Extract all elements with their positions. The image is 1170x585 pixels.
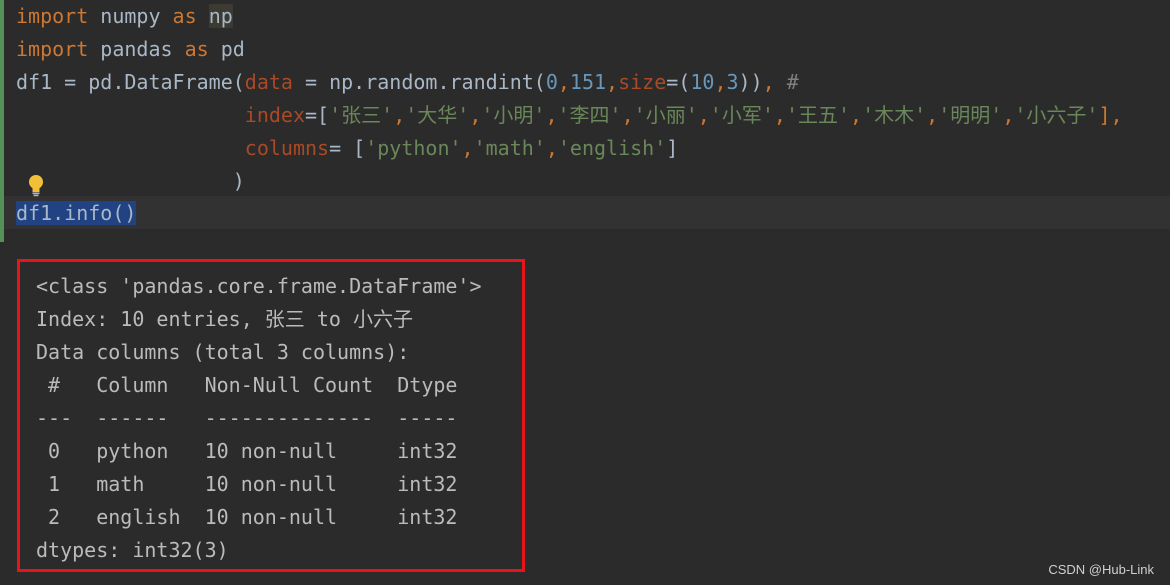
module-name: numpy xyxy=(88,4,173,28)
index-item: '小明' xyxy=(481,103,546,127)
keyword: import xyxy=(16,37,89,61)
comma: , xyxy=(773,103,786,127)
code-line-3[interactable]: df1 = pd.DataFrame(data = np.random.rand… xyxy=(16,66,799,99)
index-item: '李四' xyxy=(557,103,622,127)
index-item: '木木' xyxy=(862,103,927,127)
index-item: '小军' xyxy=(709,103,774,127)
index-item: '张三' xyxy=(329,103,394,127)
comma: , xyxy=(621,103,634,127)
output-line: # Column Non-Null Count Dtype xyxy=(36,373,458,397)
index-item: '大华' xyxy=(405,103,470,127)
alias: pd xyxy=(208,37,245,61)
index-item: '明明' xyxy=(938,103,1003,127)
comment: # xyxy=(786,70,799,94)
param-size: size xyxy=(618,70,667,94)
code-line-1[interactable]: import numpy as np xyxy=(16,0,233,33)
code-line-6[interactable]: ) xyxy=(16,165,245,198)
output-line: Data columns (total 3 columns): xyxy=(36,340,410,364)
output-panel: <class 'pandas.core.frame.DataFrame'> In… xyxy=(17,259,525,572)
module-name: pandas xyxy=(88,37,185,61)
comma: , xyxy=(697,103,710,127)
comma: , xyxy=(393,103,406,127)
code-editor[interactable]: import numpy as np import pandas as pd d… xyxy=(0,0,1170,242)
index-item: '王五' xyxy=(785,103,851,127)
output-line: 1 math 10 non-null int32 xyxy=(36,472,458,496)
lightbulb-icon[interactable] xyxy=(26,173,46,197)
code-line-7[interactable]: df1.info() xyxy=(16,197,137,230)
watermark: CSDN @Hub-Link xyxy=(1048,562,1154,577)
output-line: <class 'pandas.core.frame.DataFrame'> xyxy=(36,274,482,298)
keyword: import xyxy=(16,4,89,28)
comma: , xyxy=(545,103,558,127)
output-line: 2 english 10 non-null int32 xyxy=(36,505,458,529)
code-line-4[interactable]: index=['张三','大华','小明','李四','小丽','小军','王五… xyxy=(16,99,1123,132)
selected-text: df1.info() xyxy=(16,201,137,225)
output-line: 0 python 10 non-null int32 xyxy=(36,439,458,463)
output-line: dtypes: int32(3) xyxy=(36,538,229,562)
current-line-highlight xyxy=(4,196,1170,229)
comma: , xyxy=(926,103,939,127)
comma: , xyxy=(1002,103,1015,127)
index-list: '张三','大华','小明','李四','小丽','小军','王五','木木',… xyxy=(329,103,1098,127)
keyword: as xyxy=(184,37,209,61)
index-item: '小丽' xyxy=(633,103,698,127)
code-line-5[interactable]: columns= ['python','math','english'] xyxy=(16,132,679,165)
code-line-2[interactable]: import pandas as pd xyxy=(16,33,245,66)
keyword: as xyxy=(172,4,197,28)
comma: , xyxy=(469,103,482,127)
param-columns: columns xyxy=(244,136,330,160)
output-line: --- ------ -------------- ----- xyxy=(36,406,458,430)
output-line: Index: 10 entries, 张三 to 小六子 xyxy=(36,307,413,331)
param-index: index xyxy=(244,103,305,127)
comma: , xyxy=(850,103,863,127)
alias: np xyxy=(208,4,233,28)
index-item: '小六子' xyxy=(1014,103,1099,127)
param-data: data xyxy=(244,70,293,94)
